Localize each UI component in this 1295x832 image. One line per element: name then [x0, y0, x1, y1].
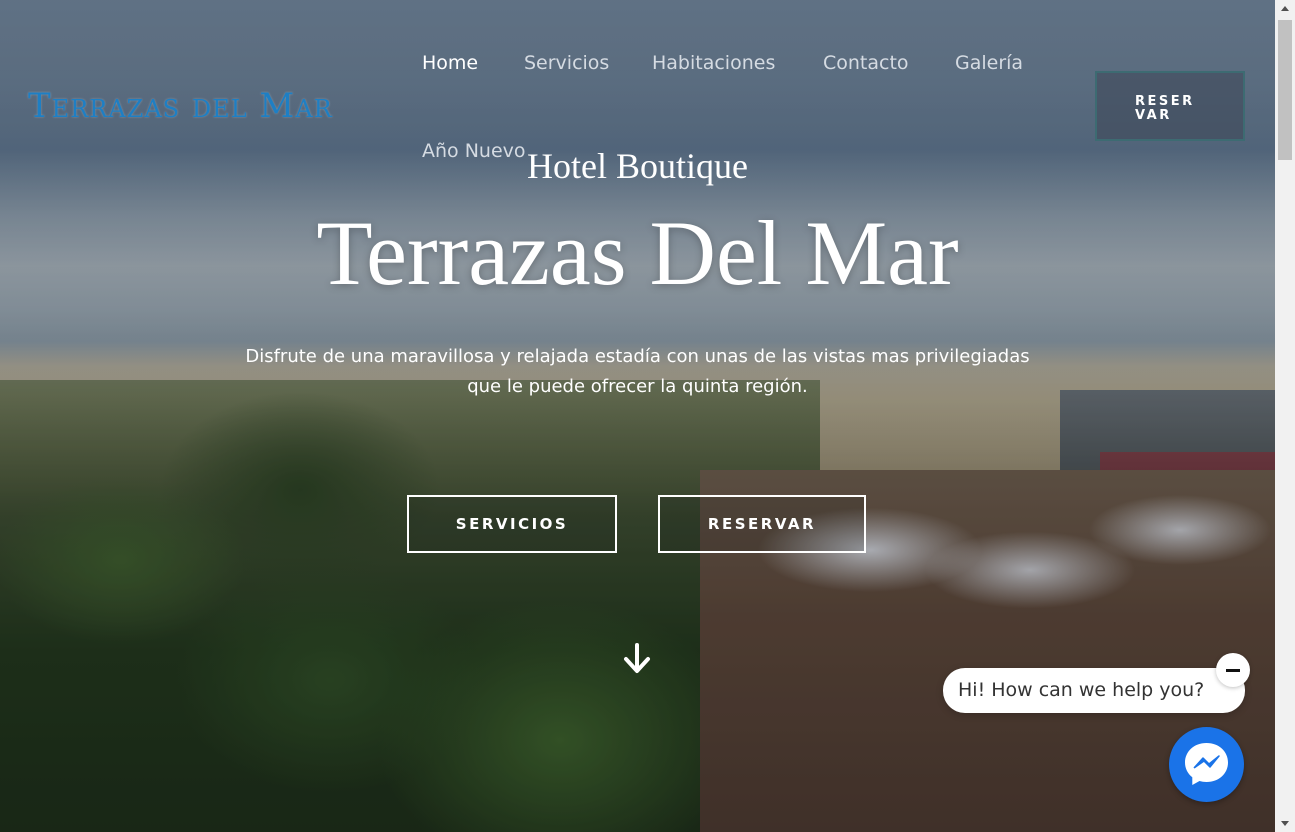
scroll-down-icon[interactable]	[1275, 815, 1295, 832]
hero-title: Terrazas Del Mar	[316, 202, 959, 304]
nav-item-servicios[interactable]: Servicios	[524, 52, 609, 74]
nav-item-home[interactable]: Home	[422, 52, 478, 74]
arrow-down-icon[interactable]	[622, 642, 652, 676]
messenger-icon[interactable]	[1169, 727, 1244, 802]
scrollbar-thumb[interactable]	[1278, 20, 1292, 160]
site-logo[interactable]: Terrazas del Mar	[28, 86, 333, 126]
scroll-up-icon[interactable]	[1275, 0, 1295, 17]
hero-description-line-2: que le puede ofrecer la quinta región.	[467, 376, 808, 397]
reserve-button[interactable]: RESERVAR	[658, 495, 866, 553]
nav-item-contacto[interactable]: Contacto	[823, 52, 909, 74]
hero-description: Disfrute de una maravillosa y relajada e…	[200, 342, 1075, 402]
header-reserve-button[interactable]: RESERVAR	[1095, 71, 1245, 141]
hero-description-line-1: Disfrute de una maravillosa y relajada e…	[245, 346, 1030, 367]
chat-greeting-bubble[interactable]: Hi! How can we help you?	[943, 668, 1245, 713]
minus-icon[interactable]	[1216, 653, 1250, 687]
nav-item-habitaciones[interactable]: Habitaciones	[652, 52, 775, 74]
services-button[interactable]: SERVICIOS	[407, 495, 617, 553]
nav-item-galeria[interactable]: Galería	[955, 52, 1023, 74]
page-scrollbar[interactable]	[1275, 0, 1295, 832]
header-reserve-label: RESERVAR	[1135, 94, 1195, 123]
hero-subtitle: Hotel Boutique	[527, 146, 748, 186]
